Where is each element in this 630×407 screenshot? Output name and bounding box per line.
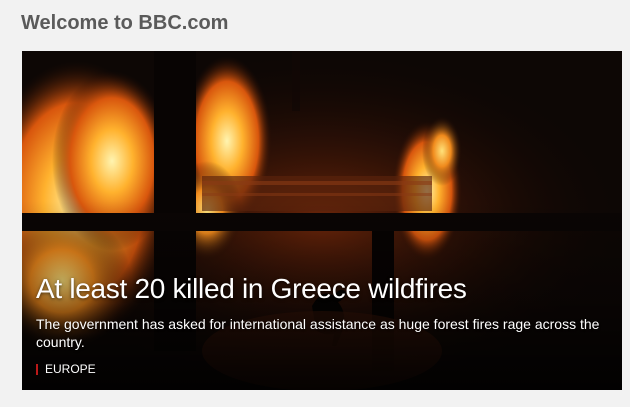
page-title: Welcome to BBC.com	[21, 12, 229, 34]
section-accent-bar	[36, 363, 38, 375]
hero-caption: At least 20 killed in Greece wildfires T…	[36, 273, 606, 376]
hero-headline[interactable]: At least 20 killed in Greece wildfires	[36, 273, 606, 305]
bbc-homepage: Welcome to BBC.com At least 20 killed in…	[0, 0, 630, 407]
section-tag[interactable]: EUROPE	[36, 362, 606, 376]
hero-summary: The government has asked for internation…	[36, 316, 600, 350]
hero-story-card[interactable]: At least 20 killed in Greece wildfires T…	[22, 51, 622, 390]
section-label[interactable]: EUROPE	[45, 362, 96, 376]
